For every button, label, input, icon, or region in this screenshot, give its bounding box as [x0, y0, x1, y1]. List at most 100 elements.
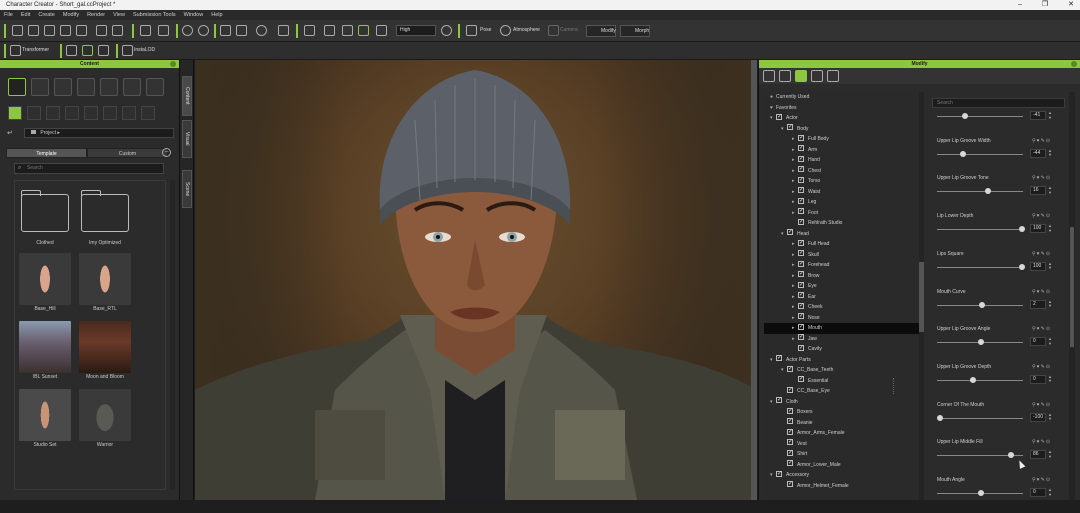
- minimize-button[interactable]: –: [1018, 0, 1022, 10]
- checkbox[interactable]: [776, 395, 782, 406]
- tree-item[interactable]: ● Currently Used: [764, 92, 919, 103]
- content-item-clothed[interactable]: Clothed: [19, 187, 71, 248]
- slider-options-icons[interactable]: ⚲♥✎⊙: [1032, 439, 1051, 445]
- morph-toggle-button[interactable]: Morph: [620, 25, 650, 37]
- checkbox[interactable]: [798, 133, 804, 143]
- import-icon[interactable]: [60, 25, 71, 36]
- frame-all-icon[interactable]: [342, 25, 353, 36]
- folder-category-icon[interactable]: [8, 78, 26, 96]
- attribute-tab-icon[interactable]: [763, 70, 775, 82]
- checkbox[interactable]: [798, 196, 804, 206]
- clone-icon[interactable]: [158, 25, 169, 36]
- slider-track[interactable]: [937, 379, 1023, 381]
- slider-options-icons[interactable]: ⚲♥✎⊙: [1032, 175, 1051, 181]
- slider-handle[interactable]: [978, 339, 984, 346]
- checkbox[interactable]: [787, 448, 793, 458]
- spinner-icon[interactable]: ▲ ▼: [1048, 299, 1052, 309]
- menu-view[interactable]: View: [113, 10, 125, 20]
- content-scrollbar[interactable]: [170, 180, 175, 490]
- tab-visual[interactable]: Visual: [182, 120, 192, 158]
- checkbox[interactable]: [798, 301, 804, 311]
- spinner-icon[interactable]: ▲ ▼: [1048, 186, 1052, 195]
- slider-handle[interactable]: [937, 414, 943, 421]
- content-item-warrior[interactable]: Warrior: [79, 389, 131, 450]
- menu-create[interactable]: Create: [38, 10, 55, 20]
- tree-item[interactable]: ▾CC_Base_Teeth: [764, 364, 919, 376]
- tree-item[interactable]: ▸Skull: [764, 248, 919, 261]
- camera-label[interactable]: Camera: [560, 24, 578, 36]
- spinner-icon[interactable]: ▲ ▼: [1048, 110, 1052, 120]
- tree-item[interactable]: ▸Brow: [764, 269, 919, 282]
- content-item-imy-optimized[interactable]: Imy Optimized: [79, 187, 131, 248]
- tool-b-icon[interactable]: [82, 45, 93, 56]
- prop-category-icon[interactable]: [100, 78, 118, 96]
- redo-icon[interactable]: [198, 25, 209, 36]
- tree-item[interactable]: ▸Jaw: [764, 332, 919, 345]
- slider-options-icons[interactable]: ⚲♥✎⊙: [1032, 477, 1051, 483]
- tree-item[interactable]: ▸Full Head: [764, 238, 919, 250]
- slider-value-field[interactable]: -100: [1030, 412, 1046, 422]
- checkbox[interactable]: [798, 280, 804, 290]
- checkbox[interactable]: [787, 427, 793, 437]
- checkbox[interactable]: [787, 479, 793, 490]
- morph-tab-icon[interactable]: [795, 70, 807, 82]
- content-item-studio-set[interactable]: Studio Set: [19, 389, 71, 450]
- slider-value-field[interactable]: 86: [1030, 450, 1046, 460]
- checkbox[interactable]: [787, 385, 793, 395]
- motion-tab-icon[interactable]: [779, 70, 791, 82]
- slider-handle[interactable]: [1019, 226, 1025, 233]
- slider-handle[interactable]: [1007, 452, 1014, 459]
- back-icon[interactable]: ↵: [7, 129, 13, 137]
- move-icon[interactable]: [236, 25, 247, 36]
- transformer-icon[interactable]: [10, 45, 21, 56]
- checkbox[interactable]: [798, 311, 804, 322]
- slider-handle[interactable]: [978, 490, 984, 496]
- pose-label[interactable]: Pose: [480, 24, 491, 36]
- tree-item[interactable]: ▸Forehead: [764, 259, 919, 271]
- 3d-viewport[interactable]: [195, 60, 757, 500]
- empty-slot-icon[interactable]: [65, 106, 79, 120]
- slider-scrollbar[interactable]: [1069, 92, 1075, 500]
- figure-subcategory-icon[interactable]: [27, 106, 41, 120]
- atmosphere-label[interactable]: Atmosphere: [513, 24, 540, 36]
- slider-value-field[interactable]: 0: [1030, 337, 1046, 347]
- slider-track[interactable]: [937, 229, 1023, 231]
- tool-a-icon[interactable]: [66, 45, 77, 56]
- checkbox[interactable]: [798, 185, 804, 196]
- atmosphere-icon[interactable]: [500, 25, 511, 36]
- rotate-icon[interactable]: [256, 25, 267, 36]
- frame-selected-icon[interactable]: [324, 25, 335, 36]
- export-icon[interactable]: [76, 25, 87, 36]
- slider-track[interactable]: [937, 191, 1023, 193]
- content-item-ibl-sunset[interactable]: IBL Sunset: [19, 321, 71, 382]
- checkbox[interactable]: [787, 122, 793, 133]
- modify-toggle-button[interactable]: Modify: [586, 25, 616, 37]
- tree-item[interactable]: ▸Hand: [764, 154, 919, 166]
- undo-icon[interactable]: [182, 25, 193, 36]
- render-quality-dropdown[interactable]: High: [396, 25, 436, 36]
- slider-options-icons[interactable]: ⚲♥✎⊙: [1032, 364, 1051, 370]
- tree-item[interactable]: ▸Full Body: [764, 133, 919, 145]
- checkbox[interactable]: [798, 322, 804, 332]
- template-subcategory-icon[interactable]: [8, 106, 22, 120]
- home-camera-icon[interactable]: [304, 25, 315, 36]
- scan-icon[interactable]: [140, 25, 151, 36]
- empty-slot-icon[interactable]: [103, 106, 117, 120]
- tree-item[interactable]: Armor_Helmet_Female: [764, 479, 919, 492]
- checkbox[interactable]: [798, 164, 804, 175]
- slider-options-icons[interactable]: ⚲♥✎⊙: [1032, 251, 1051, 257]
- slider-track[interactable]: [937, 417, 1023, 419]
- checkbox[interactable]: [787, 437, 793, 448]
- select-arrow-icon[interactable]: [220, 25, 231, 36]
- tab-custom[interactable]: Custom: [87, 148, 168, 158]
- slider-handle[interactable]: [984, 188, 991, 195]
- spinner-icon[interactable]: ▲ ▼: [1048, 223, 1052, 233]
- slider-handle[interactable]: [959, 150, 966, 157]
- transformer-label[interactable]: Transformer: [22, 44, 49, 56]
- viewport-splitter[interactable]: [751, 60, 757, 500]
- menu-help[interactable]: Help: [211, 10, 222, 20]
- checkbox[interactable]: [798, 332, 804, 343]
- menu-modify[interactable]: Modify: [63, 10, 79, 20]
- tree-scrollbar[interactable]: [919, 92, 924, 500]
- new-file-icon[interactable]: [12, 25, 23, 36]
